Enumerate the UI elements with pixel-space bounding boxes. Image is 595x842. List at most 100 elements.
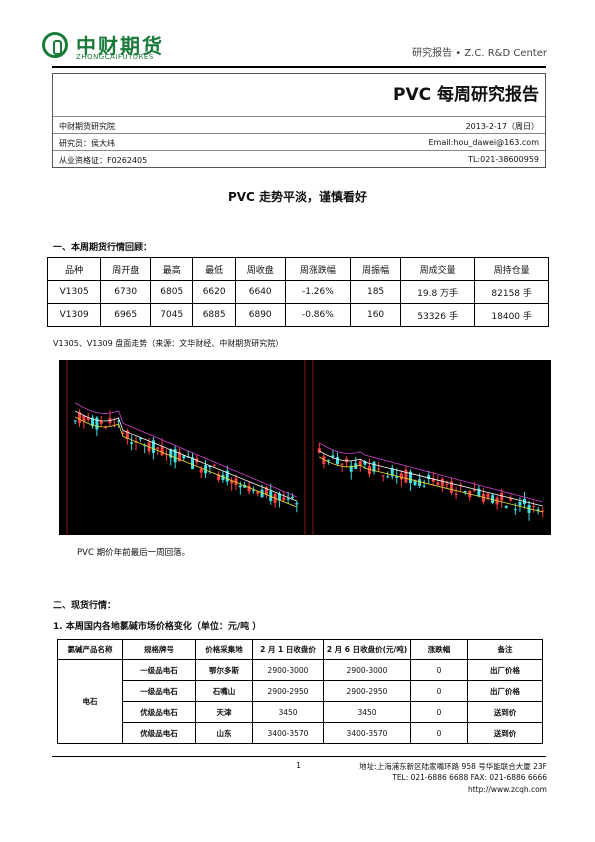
table-header-cell: 周成交量 <box>399 257 476 281</box>
table-cell: 53326 手 <box>399 303 476 327</box>
candle-body <box>238 485 242 488</box>
table-header-cell: 周持仓量 <box>474 257 549 281</box>
table-header-cell: 品种 <box>46 257 102 281</box>
candle-body <box>500 492 504 501</box>
candle-body <box>532 506 536 508</box>
table-header-cell: 涨跌幅 <box>410 639 468 660</box>
table-cell: 6730 <box>100 280 152 304</box>
table-cell: 6890 <box>234 303 286 327</box>
chart-svg <box>66 360 545 535</box>
candle-body <box>282 497 286 501</box>
table-cell: 82158 手 <box>474 280 549 304</box>
table-cell: 2900-3000 <box>323 659 411 681</box>
table-cell: 6620 <box>192 280 236 304</box>
candle-body <box>95 417 99 430</box>
header-right-label: 研究报告 • Z.C. R&D Center <box>412 48 547 59</box>
table-cell: V1305 <box>46 280 102 304</box>
table-header-cell: 周涨跌幅 <box>284 257 352 281</box>
table-cell: 3400-3570 <box>323 722 411 744</box>
table-header-cell: 最低 <box>192 257 236 281</box>
candle-body <box>340 463 344 465</box>
footer-website: http://www.zcqh.com <box>467 785 547 794</box>
table-cell: 优级品电石 <box>122 701 196 723</box>
table-cell: 0 <box>410 680 468 702</box>
table-header-row: 氯碱产品名称 规格牌号 价格采集地 2 月 1 日收盘价 2 月 6 日收盘价(… <box>57 639 543 660</box>
candle-body <box>404 469 408 483</box>
footer-address: 地址:上海浦东新区陆家嘴环路 958 号华能联合大厦 23F <box>359 762 547 771</box>
candle-body <box>290 496 294 498</box>
moving-average-line <box>74 410 297 502</box>
candle-body <box>445 484 449 486</box>
table-cell: 6885 <box>192 303 236 327</box>
table-cell: -1.26% <box>284 280 352 304</box>
candle-body <box>367 466 371 475</box>
table-cell: 石嘴山 <box>195 680 253 702</box>
candle-body <box>331 455 335 458</box>
table-cell: 7045 <box>150 303 194 327</box>
table-cell: 0 <box>410 701 468 723</box>
candlestick-chart-image <box>59 360 551 535</box>
header-divider <box>52 66 546 68</box>
table-row: 电石 一级品电石 鄂尔多斯 2900-3000 2900-3000 0 出厂价格 <box>57 659 543 744</box>
candle-body <box>422 485 426 487</box>
report-subtitle: PVC 走势平淡，谨慎看好 <box>227 190 368 204</box>
table-cell: 出厂价格 <box>467 680 543 702</box>
table-cell: 一级品电石 <box>122 659 196 681</box>
table-cell: 出厂价格 <box>467 659 543 681</box>
table-cell: 0 <box>410 722 468 744</box>
candle-body <box>381 475 385 477</box>
table-header-cell: 周开盘 <box>100 257 152 281</box>
candle-body <box>251 490 255 492</box>
report-info-box: PVC 每周研究报告 中财期货研究院 2013-2-17（周日） 研究员：侯大纬… <box>52 73 546 168</box>
table-row: 优级品电石 天津 3450 3450 0 送到价 <box>58 701 543 723</box>
researcher-name: 研究员：侯大纬 <box>59 139 115 148</box>
table-header-cell: 备注 <box>467 639 543 660</box>
section2-heading: 二、现货行情： <box>53 601 117 611</box>
table-cell: 6965 <box>100 303 152 327</box>
moving-average-line <box>74 416 297 508</box>
table-cell: 19.8 万手 <box>399 280 476 304</box>
candle-body <box>518 501 522 506</box>
table-cell: 3450 <box>323 701 411 723</box>
candle-body <box>130 442 134 444</box>
chart-note: PVC 期价年前最后一周回落。 <box>77 548 191 558</box>
table-header-cell: 周收盘 <box>234 257 286 281</box>
researcher-email: Email:hou_dawei@163.com <box>428 138 540 147</box>
table-header-cell: 氯碱产品名称 <box>57 639 123 660</box>
table-cell: 一级品电石 <box>122 680 196 702</box>
institute-name: 中财期货研究院 <box>59 122 115 131</box>
table-cell: 160 <box>350 303 401 327</box>
product-cell: 电石 <box>57 659 123 744</box>
footer-divider <box>52 756 546 757</box>
info-row-researcher: 研究员：侯大纬 Email:hou_dawei@163.com <box>53 133 545 150</box>
moving-average-line <box>319 450 543 507</box>
table-row: V1309 6965 7045 6885 6890 -0.86% 160 533… <box>46 303 549 327</box>
candle-body <box>399 473 403 480</box>
candle-body <box>486 493 490 498</box>
table-cell: 18400 手 <box>474 303 549 327</box>
moving-average-line <box>74 402 297 498</box>
footer-phone: TEL: 021-6886 6688 FAX: 021-6886 6666 <box>392 773 547 782</box>
table-header-cell: 周振幅 <box>350 257 401 281</box>
candle-body <box>463 490 467 493</box>
candle-body <box>454 493 458 495</box>
candle-body <box>513 509 517 511</box>
candle-body <box>418 479 422 486</box>
report-title: PVC 每周研究报告 <box>392 85 539 105</box>
logo-icon <box>42 32 68 58</box>
table-cell: 3400-3570 <box>252 722 324 744</box>
candle-body <box>138 438 142 440</box>
table-cell: 3450 <box>252 701 324 723</box>
futures-table: 品种 周开盘 最高 最低 周收盘 周涨跌幅 周振幅 周成交量 周持仓量 V130… <box>46 257 549 327</box>
chart-caption: V1305、V1309 盘面走势（来源：文华财经、中财期货研究院） <box>53 339 284 348</box>
section1-heading: 一、本周期货行情回顾： <box>53 243 153 253</box>
company-logo: 中财期货 ZHONGCAIFUTURES <box>42 30 192 64</box>
moving-average-line <box>319 442 543 503</box>
candle-body <box>286 498 290 500</box>
moving-average-line <box>319 456 543 513</box>
candle-body <box>295 502 299 505</box>
table-cell: 2900-2950 <box>323 680 411 702</box>
info-row-institute: 中财期货研究院 2013-2-17（周日） <box>53 116 545 133</box>
candle-body <box>212 464 216 466</box>
license-number: 从业资格证：F0262405 <box>59 156 148 165</box>
